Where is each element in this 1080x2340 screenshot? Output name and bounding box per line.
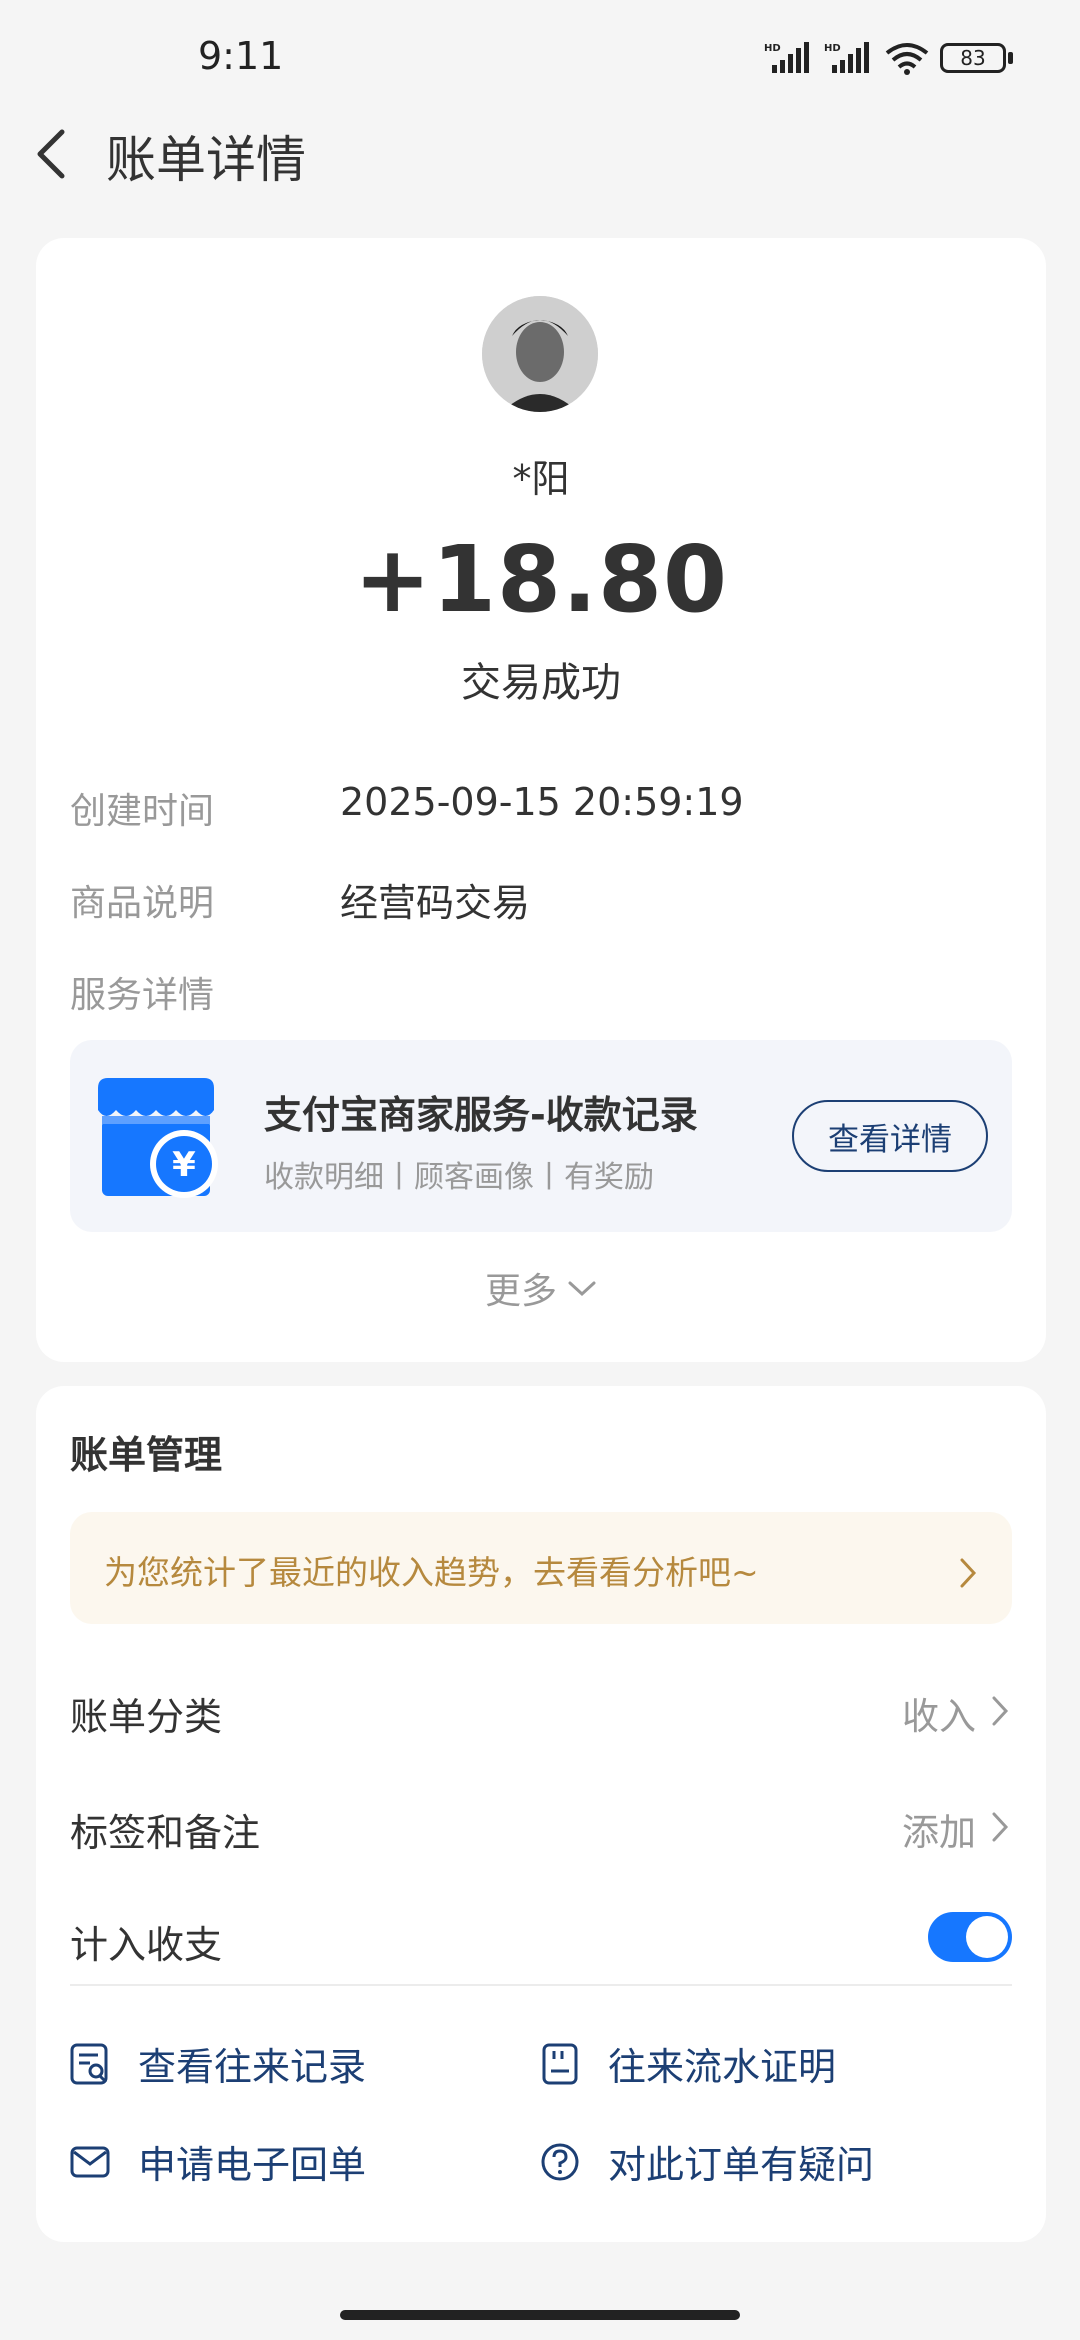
include-in-budget-label: 计入收支 (70, 1923, 223, 1967)
transaction-proof-link[interactable]: 往来流水证明 (540, 2036, 836, 2091)
view-details-button[interactable]: 查看详情 (792, 1100, 988, 1172)
transaction-proof-label: 往来流水证明 (608, 2045, 837, 2089)
service-detail-label: 服务详情 (70, 975, 215, 1016)
view-records-label: 查看往来记录 (138, 2045, 367, 2089)
chevron-right-icon (992, 1812, 1009, 1842)
svg-text:HD: HD (764, 43, 781, 54)
divider (70, 1984, 1012, 1986)
product-desc-label: 商品说明 (70, 883, 215, 924)
page-title: 账单详情 (106, 131, 306, 189)
records-icon (70, 2043, 108, 2084)
chevron-right-icon (992, 1696, 1009, 1726)
mail-icon (70, 2146, 110, 2177)
section-title: 账单管理 (70, 1433, 223, 1477)
battery-tip (1008, 52, 1013, 64)
wifi-icon (885, 43, 929, 75)
tags-notes-label: 标签和备注 (70, 1811, 261, 1855)
product-desc-value: 经营码交易 (340, 881, 531, 925)
svg-text:HD: HD (824, 43, 841, 54)
include-in-budget-toggle[interactable] (928, 1912, 1012, 1962)
transaction-status: 交易成功 (461, 660, 621, 706)
toggle-knob (966, 1916, 1008, 1958)
chevron-right-icon (960, 1558, 977, 1588)
chevron-down-icon (568, 1281, 596, 1297)
signal-hd-icon-2: HD (824, 42, 869, 73)
svg-text:¥: ¥ (172, 1145, 196, 1185)
merchant-shop-icon: ¥ (98, 1078, 218, 1198)
home-indicator[interactable] (340, 2310, 740, 2320)
question-icon (541, 2143, 579, 2180)
service-title: 支付宝商家服务-收款记录 (264, 1093, 698, 1137)
created-time-value: 2025-09-15 20:59:19 (340, 780, 744, 824)
more-button[interactable]: 更多 (36, 1262, 1046, 1314)
bill-category-value: 收入 (902, 1695, 976, 1738)
document-icon (542, 2043, 578, 2084)
e-receipt-link[interactable]: 申请电子回单 (70, 2134, 366, 2189)
e-receipt-label: 申请电子回单 (138, 2143, 367, 2187)
back-icon[interactable] (30, 124, 74, 184)
order-question-label: 对此订单有疑问 (608, 2143, 875, 2187)
payer-name: *阳 (512, 457, 570, 501)
banner-text: 为您统计了最近的收入趋势，去看看分析吧~ (104, 1553, 759, 1592)
amount: +18.80 (353, 526, 729, 633)
order-question-link[interactable]: 对此订单有疑问 (540, 2134, 874, 2189)
status-icons: HD HD 83 (764, 36, 1013, 80)
more-label: 更多 (484, 1271, 557, 1312)
service-subtitle: 收款明细丨顾客画像丨有奖励 (264, 1160, 654, 1195)
status-time: 9:11 (198, 34, 284, 78)
avatar-image (482, 296, 598, 412)
bill-category-label: 账单分类 (70, 1695, 223, 1739)
avatar[interactable] (482, 296, 598, 412)
battery-icon: 83 (940, 43, 1006, 73)
created-time-label: 创建时间 (70, 791, 215, 832)
tags-notes-value: 添加 (902, 1811, 976, 1854)
signal-hd-icon: HD (764, 42, 809, 73)
view-records-link[interactable]: 查看往来记录 (70, 2036, 366, 2091)
